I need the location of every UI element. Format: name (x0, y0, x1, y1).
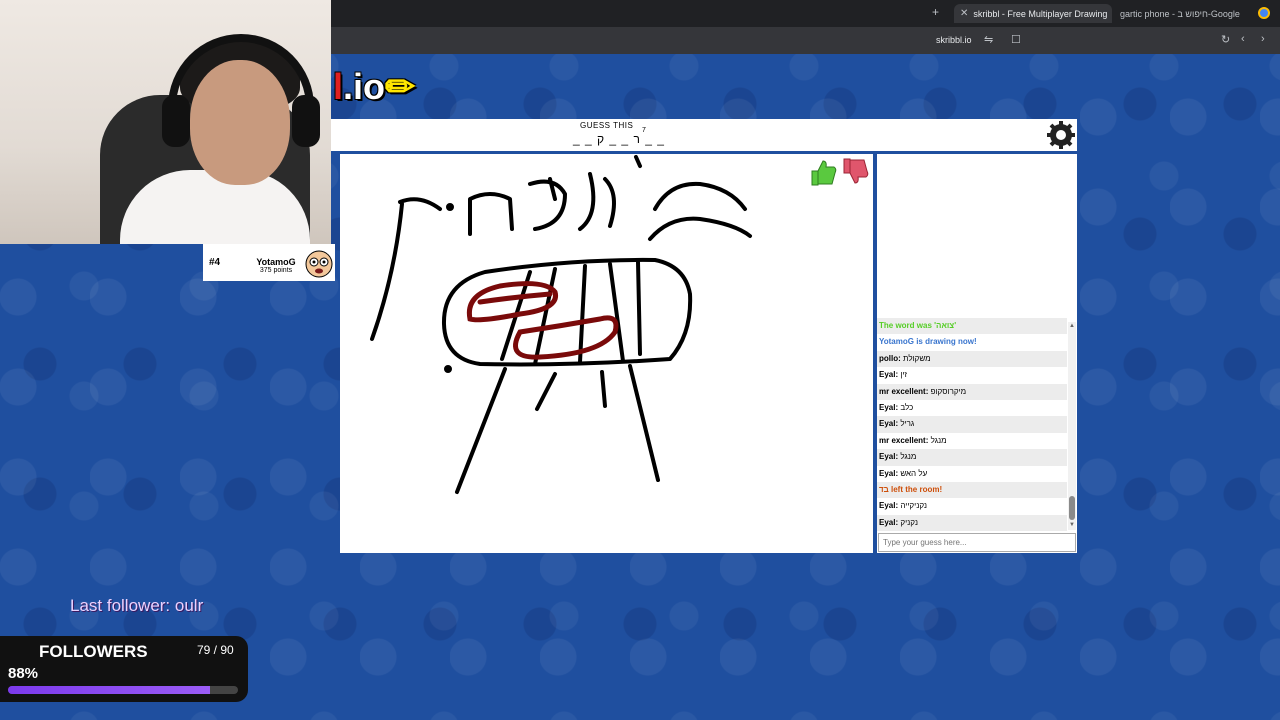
reload-icon[interactable]: ↻ (1221, 33, 1230, 46)
skribbl-logo: l.io✏ (333, 66, 416, 107)
chat-text: מיקרוסקופ (930, 386, 967, 396)
thumbs-up-icon[interactable] (808, 157, 838, 187)
webcam-feed (0, 0, 331, 244)
chat-text: על האש (900, 468, 928, 478)
followers-count: 79 / 90 (197, 643, 234, 657)
forward-icon[interactable]: › (1261, 33, 1265, 45)
chat-author: mr excellent: (879, 435, 931, 445)
chat-author: Eyal: (879, 452, 901, 462)
chat-message: pollo: משקולת (877, 350, 1067, 368)
tab-google-search[interactable]: gartic phone - חיפוש ב-Google (1112, 4, 1252, 23)
chat-text: כלב (900, 402, 914, 412)
game-header: GUESS THIS _ _ ר _ _ ק _ _ 7 (331, 119, 1077, 151)
chat-message: Eyal: מנגל (877, 449, 1067, 466)
chat-author: Eyal: (879, 468, 901, 478)
chat-message: Eyal: על האש (877, 466, 1067, 482)
chat-author: בד (879, 484, 889, 494)
thumbs-down-icon[interactable] (840, 157, 870, 187)
followers-title: FOLLOWERS (39, 642, 148, 661)
chat-message: Eyal: גריל (877, 416, 1067, 433)
chat-message: The word was 'צואה' (877, 318, 1067, 335)
new-tab-icon[interactable]: + (932, 5, 939, 19)
chat-text: מנגל (900, 452, 917, 462)
scroll-down-icon[interactable]: ▼ (1069, 522, 1075, 528)
followers-progress-fill (8, 686, 211, 694)
chat-author: Eyal: (879, 402, 901, 412)
guess-label: GUESS THIS (580, 121, 634, 130)
player-avatar (305, 250, 333, 278)
guess-input[interactable] (878, 533, 1076, 552)
scroll-up-icon[interactable]: ▲ (1069, 323, 1075, 329)
chat-message: YotamoG is drawing now! (879, 337, 977, 347)
close-icon[interactable]: ✕ (960, 8, 968, 19)
chat-author: Eyal: (879, 501, 901, 511)
bookmark-icon[interactable]: ☐ (1011, 33, 1021, 46)
chat-scroll-thumb[interactable] (1069, 496, 1075, 520)
chat-message: mr excellent: מנגל (877, 433, 1067, 449)
back-icon[interactable]: ‹ (1241, 33, 1245, 45)
followers-percent: 88% (8, 665, 39, 682)
chat-author: Eyal: (879, 370, 901, 380)
chat-text: מנגל (930, 435, 947, 445)
word-hint: _ _ ר _ _ ק _ _ (573, 132, 665, 146)
chat-text: נקניקייה (900, 501, 927, 511)
chat-message: Eyal: כלב (877, 400, 1067, 416)
chat-author: pollo: (879, 353, 903, 363)
chat-text: זין (900, 370, 908, 380)
word-length: 7 (642, 127, 646, 134)
url-host[interactable]: skribbl.io (936, 35, 972, 45)
drawing-strokes (370, 155, 752, 494)
chat-text: left the room! (888, 484, 943, 494)
profile-icon[interactable] (1258, 7, 1270, 19)
gear-icon[interactable] (1046, 120, 1076, 150)
chat-message: בד left the room! (877, 481, 1067, 499)
site-settings-icon[interactable]: ⇋ (984, 33, 993, 46)
chat-message: Eyal: נקניק (877, 514, 1067, 531)
chat-message: mr excellent: מיקרוסקופ (877, 383, 1067, 400)
followers-progress-bar (8, 686, 238, 694)
chat-text: נקניק (900, 517, 918, 527)
chat-text: משקולת (903, 353, 931, 363)
tab-title: skribbl - Free Multiplayer Drawing (973, 8, 1108, 19)
chat-text: גריל (900, 419, 915, 429)
chat-author: Eyal: (879, 419, 901, 429)
tab-title: gartic phone - חיפוש ב-Google (1120, 8, 1240, 19)
chat-messages: The word was 'צואה' YotamoG is drawing no… (877, 318, 1067, 531)
chat-message: Eyal: זין (877, 367, 1067, 383)
chat-message: Eyal: נקניקייה (877, 498, 1067, 514)
last-follower: Last follower: oulr (70, 596, 204, 615)
chat-author: mr excellent: (879, 386, 931, 396)
chat-author: Eyal: (879, 517, 901, 527)
drawing-canvas[interactable] (340, 154, 873, 553)
tab-skribbl[interactable]: ✕ skribbl - Free Multiplayer Drawing (954, 4, 1112, 23)
stream-frame: + ✕ skribbl - Free Multiplayer Drawing g… (0, 0, 1280, 720)
player-rank: #4 (209, 257, 221, 268)
